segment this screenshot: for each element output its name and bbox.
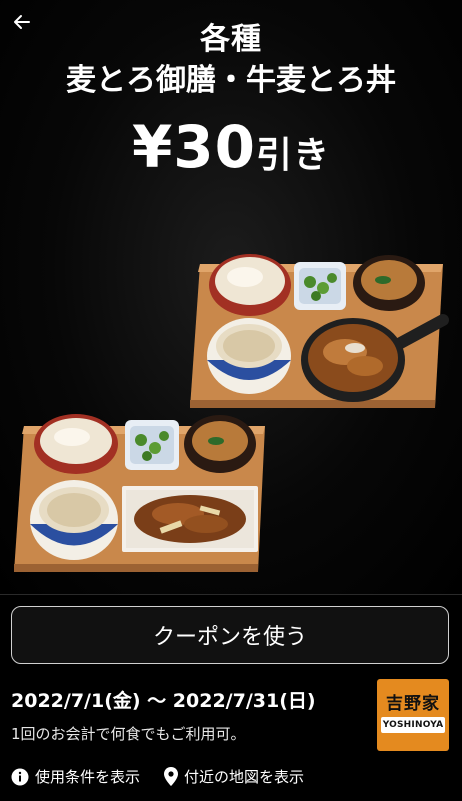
terms-link-label: 使用条件を表示 [35, 768, 141, 786]
section-divider [0, 594, 462, 595]
logo-text-en: YOSHINOYA [381, 717, 445, 733]
map-pin-icon [164, 767, 179, 786]
validity-period: 2022/7/1(金) 〜 2022/7/31(日) [11, 690, 316, 712]
info-icon [11, 768, 29, 785]
use-coupon-button[interactable]: クーポンを使う [11, 606, 449, 664]
discount-amount: ¥30 [131, 113, 257, 181]
footer-links: 使用条件を表示 付近の地図を表示 [11, 766, 304, 787]
discount-suffix: 引き [256, 135, 331, 176]
logo-text-jp: 吉野家 [386, 694, 440, 714]
map-link[interactable]: 付近の地図を表示 [164, 766, 304, 787]
promo-discount: ¥30引き [0, 112, 462, 191]
map-link-label: 付近の地図を表示 [184, 768, 305, 786]
gyu-mugitoro-don-tray-image [190, 254, 449, 408]
yoshinoya-logo: 吉野家 YOSHINOYA [377, 679, 449, 751]
promo-banner: 各種 麦とろ御膳・牛麦とろ丼 ¥30引き [0, 0, 462, 594]
terms-link[interactable]: 使用条件を表示 [11, 766, 140, 787]
usage-note: 1回のお会計で何食でもご利用可。 [11, 725, 246, 743]
promo-line-1: 各種 [200, 22, 262, 57]
mugitoro-gozen-tray-image [14, 414, 265, 572]
promo-line-2: 麦とろ御膳・牛麦とろ丼 [66, 63, 396, 98]
